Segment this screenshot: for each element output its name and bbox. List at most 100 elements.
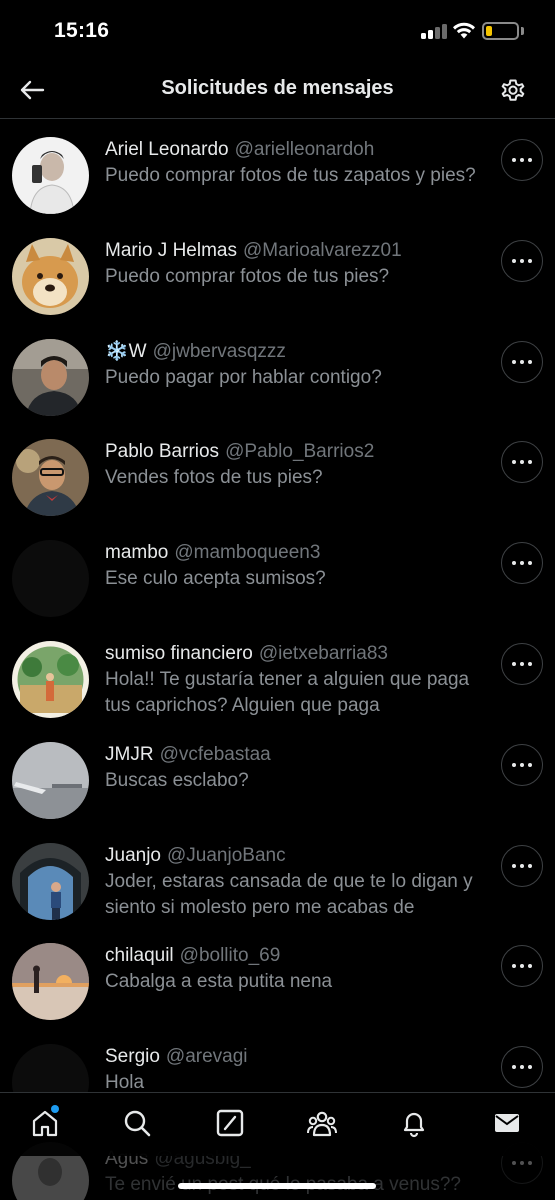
avatar[interactable] bbox=[12, 943, 89, 1021]
avatar[interactable] bbox=[12, 640, 89, 718]
list-item[interactable]: mambo @mamboqueen3 Ese culo acepta sumiso… bbox=[0, 522, 555, 623]
list-item-text: Mario J Helmas @Marioalvarezz01 Puedo com… bbox=[105, 238, 490, 290]
message-preview: Ese culo acepta sumisos? bbox=[105, 568, 326, 590]
display-name: Pablo Barrios bbox=[105, 441, 220, 463]
battery-level bbox=[486, 26, 492, 36]
more-options-button[interactable] bbox=[501, 844, 543, 887]
notification-dot bbox=[51, 1105, 59, 1113]
messages-icon bbox=[495, 1114, 519, 1132]
page-title: Solicitudes de mensajes bbox=[161, 77, 394, 99]
more-options-button[interactable] bbox=[501, 139, 543, 181]
username-handle: @mamboqueen3 bbox=[174, 542, 321, 564]
display-name: Mario J Helmas bbox=[105, 239, 237, 261]
message-preview: Puedo comprar fotos de tus zapatos y pie… bbox=[105, 165, 476, 186]
message-preview: Puedo comprar fotos de tus pies? bbox=[105, 265, 390, 287]
grok-icon bbox=[216, 1109, 244, 1137]
more-options-button[interactable] bbox=[501, 441, 543, 484]
status-bar: 15:16 bbox=[0, 0, 555, 64]
communities-icon bbox=[307, 1111, 337, 1137]
more-options-button[interactable] bbox=[501, 1046, 543, 1089]
list-item[interactable]: Pablo Barrios @Pablo_Barrios2 Vendes foto… bbox=[0, 421, 555, 522]
more-dots-icon bbox=[512, 863, 516, 868]
tab-grok[interactable] bbox=[212, 1105, 248, 1141]
more-options-button[interactable] bbox=[501, 743, 543, 786]
battery-icon bbox=[482, 22, 519, 40]
status-time: 15:16 bbox=[54, 19, 110, 42]
avatar[interactable] bbox=[12, 237, 89, 315]
more-options-button[interactable] bbox=[501, 340, 543, 383]
tab-search[interactable] bbox=[119, 1105, 155, 1141]
more-options-button[interactable] bbox=[501, 239, 543, 282]
more-dots-icon bbox=[512, 964, 516, 969]
more-options-button[interactable] bbox=[501, 945, 543, 988]
list-item-text: JMJR @vcfebastaa Buscas esclabo? bbox=[105, 742, 490, 794]
avatar[interactable] bbox=[12, 439, 89, 517]
tab-communities[interactable] bbox=[304, 1105, 340, 1141]
gear-icon bbox=[501, 79, 525, 101]
list-item[interactable]: Juanjo @JuanjoBanc Joder, estaras cansada… bbox=[0, 825, 555, 926]
more-dots-icon bbox=[512, 661, 516, 666]
list-item-text: Juanjo @JuanjoBanc Joder, estaras cansada… bbox=[105, 843, 490, 921]
message-preview: Cabalga a esta putita nena bbox=[105, 971, 333, 993]
avatar[interactable] bbox=[12, 540, 89, 618]
message-preview: Puedo pagar por hablar contigo? bbox=[105, 366, 382, 388]
more-dots-icon bbox=[512, 359, 516, 364]
list-item[interactable]: sumiso financiero @ietxebarria83 Hola!! T… bbox=[0, 623, 555, 724]
message-request-list: Ariel Leonardo @arielleonardoh Puedo comp… bbox=[0, 119, 555, 1127]
more-options-button[interactable] bbox=[501, 642, 543, 685]
list-item[interactable]: Mario J Helmas @Marioalvarezz01 Puedo com… bbox=[0, 220, 555, 321]
display-name: chilaquil bbox=[105, 945, 174, 967]
message-preview: Hola!! Te gustaría tener a alguien que p… bbox=[105, 668, 470, 716]
list-item-text: sumiso financiero @ietxebarria83 Hola!! T… bbox=[105, 641, 490, 719]
tab-messages[interactable] bbox=[489, 1105, 525, 1141]
bottom-tab-bar bbox=[0, 1092, 555, 1156]
avatar[interactable] bbox=[12, 338, 89, 416]
username-handle: @ietxebarria83 bbox=[258, 642, 388, 664]
more-dots-icon bbox=[512, 1065, 516, 1070]
message-preview: Vendes fotos de tus pies? bbox=[105, 467, 323, 489]
username-handle: @jwbervasqzzz bbox=[152, 340, 286, 362]
list-item-text: Pablo Barrios @Pablo_Barrios2 Vendes foto… bbox=[105, 439, 490, 491]
username-handle: @arevagi bbox=[165, 1046, 248, 1068]
more-dots-icon bbox=[512, 762, 516, 767]
list-item[interactable]: JMJR @vcfebastaa Buscas esclabo? bbox=[0, 724, 555, 825]
username-handle: @bollito_69 bbox=[179, 945, 281, 967]
battery-cap bbox=[521, 27, 524, 35]
display-name: Ariel Leonardo bbox=[105, 139, 229, 160]
display-name: ❄️W bbox=[105, 340, 147, 362]
username-handle: @JuanjoBanc bbox=[167, 844, 286, 866]
avatar[interactable] bbox=[12, 741, 89, 819]
search-icon bbox=[124, 1110, 151, 1137]
avatar[interactable] bbox=[12, 842, 89, 920]
username-handle: @vcfebastaa bbox=[159, 743, 271, 765]
message-preview: Joder, estaras cansada de que te lo diga… bbox=[105, 870, 473, 918]
display-name: JMJR bbox=[105, 743, 154, 765]
list-item-text: ❄️W @jwbervasqzzz Puedo pagar por hablar … bbox=[105, 339, 490, 391]
list-item[interactable]: chilaquil @bollito_69 Cabalga a esta puti… bbox=[0, 925, 555, 1026]
wifi-icon bbox=[453, 22, 475, 39]
more-dots-icon bbox=[512, 460, 516, 465]
more-options-button[interactable] bbox=[501, 542, 543, 585]
settings-button[interactable] bbox=[495, 72, 531, 108]
username-handle: @arielleonardoh bbox=[234, 139, 375, 160]
header: Solicitudes de mensajes bbox=[0, 64, 555, 116]
more-dots-icon bbox=[512, 258, 516, 263]
list-item[interactable]: ❄️W @jwbervasqzzz Puedo pagar por hablar … bbox=[0, 321, 555, 422]
tab-notifications[interactable] bbox=[396, 1105, 432, 1141]
display-name: Sergio bbox=[105, 1046, 160, 1068]
cellular-signal-icon bbox=[421, 23, 447, 39]
display-name: sumiso financiero bbox=[105, 642, 253, 664]
list-item[interactable]: Ariel Leonardo @arielleonardoh Puedo comp… bbox=[0, 119, 555, 220]
avatar[interactable] bbox=[12, 137, 89, 214]
home-indicator bbox=[178, 1183, 376, 1189]
username-handle: @Marioalvarezz01 bbox=[242, 239, 402, 261]
more-dots-icon bbox=[512, 158, 516, 162]
display-name: Juanjo bbox=[105, 844, 161, 866]
tab-home[interactable] bbox=[27, 1105, 63, 1141]
notifications-icon bbox=[403, 1112, 425, 1138]
display-name: mambo bbox=[105, 542, 169, 564]
message-preview: Buscas esclabo? bbox=[105, 769, 249, 791]
list-item-text: mambo @mamboqueen3 Ese culo acepta sumiso… bbox=[105, 540, 490, 592]
username-handle: @Pablo_Barrios2 bbox=[225, 441, 375, 463]
list-item-text: chilaquil @bollito_69 Cabalga a esta puti… bbox=[105, 943, 490, 995]
